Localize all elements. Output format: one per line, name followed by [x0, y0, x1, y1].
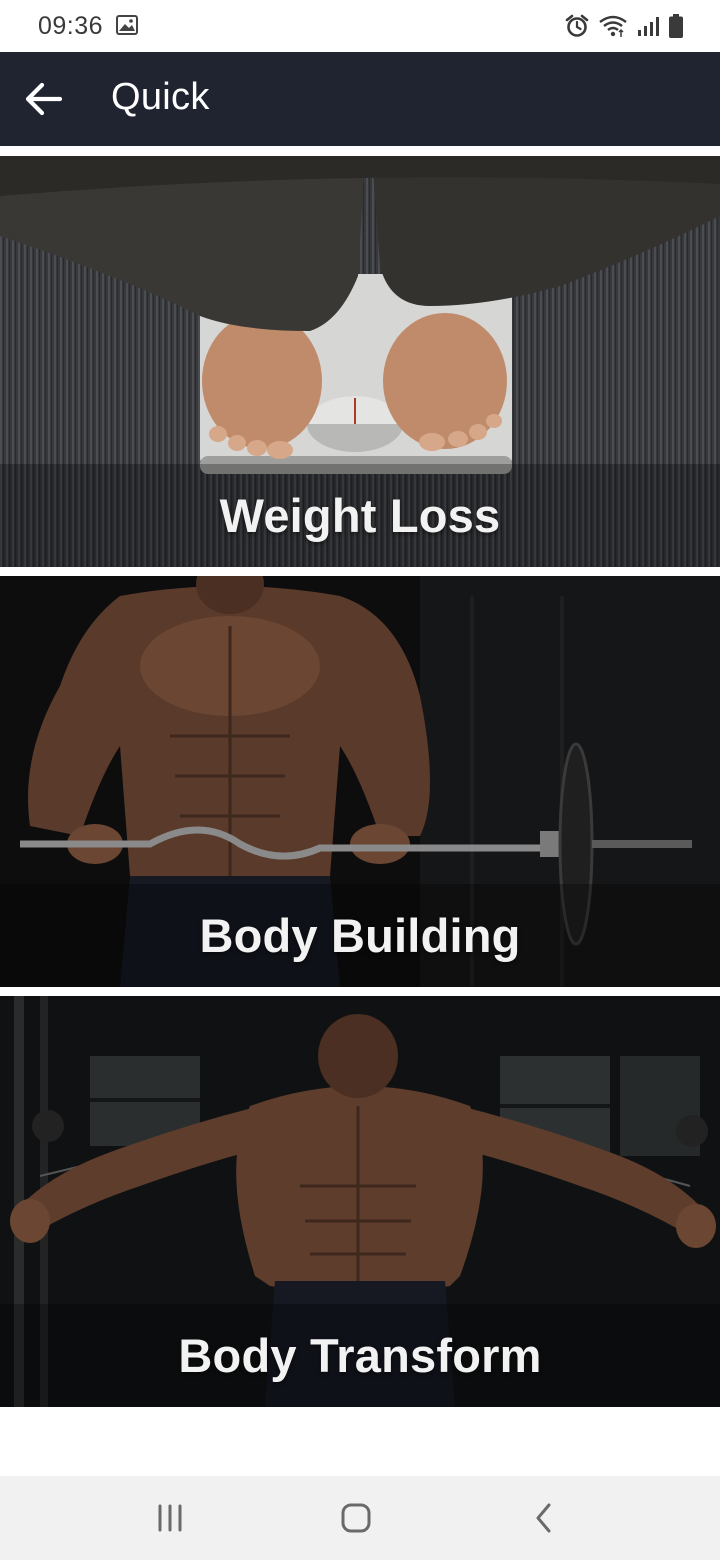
alarm-icon — [565, 14, 589, 37]
category-label: Weight Loss — [219, 489, 501, 542]
arrow-left-icon — [25, 82, 63, 116]
home-button[interactable] — [324, 1496, 388, 1540]
category-card-weight-loss[interactable]: Weight Loss — [0, 156, 720, 567]
back-chevron-icon — [536, 1503, 551, 1533]
battery-icon — [669, 14, 683, 38]
category-label: Body Transform — [178, 1329, 542, 1382]
back-button[interactable] — [14, 67, 74, 131]
status-icons — [564, 12, 684, 40]
category-card-body-building[interactable]: Body Building — [0, 576, 720, 987]
category-label: Body Building — [199, 909, 521, 962]
wifi-icon — [599, 15, 627, 37]
status-bar: 09:36 — [0, 0, 720, 52]
app-bar: Quick — [0, 52, 720, 146]
recents-button[interactable] — [138, 1496, 202, 1540]
recents-icon — [158, 1504, 182, 1532]
status-time: 09:36 — [38, 12, 104, 40]
image-icon — [116, 15, 138, 35]
category-card-body-transform[interactable]: Body Transform — [0, 996, 720, 1407]
page-title: Quick — [111, 76, 210, 118]
home-icon — [341, 1503, 371, 1533]
signal-icon — [638, 17, 659, 36]
back-nav-button[interactable] — [512, 1496, 576, 1540]
system-nav-bar — [0, 1476, 720, 1560]
